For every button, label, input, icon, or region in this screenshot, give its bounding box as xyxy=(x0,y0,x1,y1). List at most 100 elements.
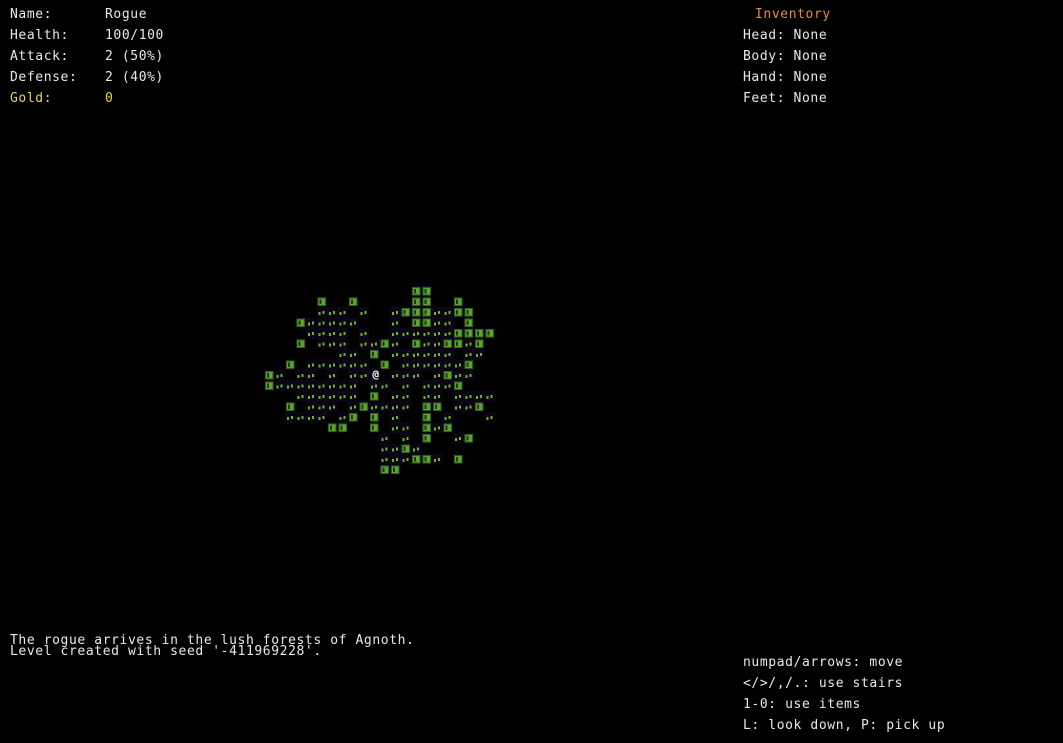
tree-icon xyxy=(421,401,432,412)
grass-icon xyxy=(400,433,411,444)
grass-icon xyxy=(400,359,411,370)
grass-icon xyxy=(474,391,485,402)
grass-icon xyxy=(411,328,422,339)
grass-icon xyxy=(337,359,348,370)
tree-icon xyxy=(369,349,380,360)
help-line-move: numpad/arrows: move xyxy=(743,655,904,670)
tree-icon xyxy=(379,359,390,370)
tree-icon xyxy=(474,338,485,349)
grass-icon xyxy=(432,328,443,339)
grass-icon xyxy=(463,401,474,412)
grass-icon xyxy=(327,359,338,370)
grass-icon xyxy=(327,370,338,381)
grass-icon xyxy=(337,380,348,391)
grass-icon xyxy=(327,317,338,328)
grass-icon xyxy=(484,391,495,402)
tree-icon xyxy=(348,296,359,307)
help-line-look: L: look down, P: pick up xyxy=(743,718,946,733)
grass-icon xyxy=(432,338,443,349)
tree-icon xyxy=(421,412,432,423)
grass-icon xyxy=(432,359,443,370)
grass-icon xyxy=(453,433,464,444)
grass-icon xyxy=(316,391,327,402)
grass-icon xyxy=(400,391,411,402)
grass-icon xyxy=(337,317,348,328)
grass-icon xyxy=(390,422,401,433)
tree-icon xyxy=(264,370,275,381)
grass-icon xyxy=(421,328,432,339)
grass-icon xyxy=(442,328,453,339)
tree-icon xyxy=(421,286,432,297)
tree-icon xyxy=(316,296,327,307)
grass-icon xyxy=(390,454,401,465)
grass-icon xyxy=(316,317,327,328)
message-line-2: Level created with seed '-411969228'. xyxy=(10,644,322,659)
grass-icon xyxy=(400,380,411,391)
grass-icon xyxy=(400,422,411,433)
grass-icon xyxy=(358,370,369,381)
grass-icon xyxy=(390,370,401,381)
tree-icon xyxy=(337,422,348,433)
grass-icon xyxy=(295,380,306,391)
grass-icon xyxy=(327,391,338,402)
grass-icon xyxy=(432,349,443,360)
grass-icon xyxy=(306,401,317,412)
grass-icon xyxy=(432,380,443,391)
grass-icon xyxy=(337,338,348,349)
tree-icon xyxy=(411,296,422,307)
tree-icon xyxy=(390,464,401,475)
tree-icon xyxy=(421,307,432,318)
tree-icon xyxy=(379,338,390,349)
grass-icon xyxy=(411,359,422,370)
tree-icon xyxy=(369,412,380,423)
grass-icon xyxy=(327,307,338,318)
tree-icon xyxy=(264,380,275,391)
grass-icon xyxy=(348,349,359,360)
tree-icon xyxy=(421,454,432,465)
grass-icon xyxy=(327,328,338,339)
grass-icon xyxy=(390,307,401,318)
grass-icon xyxy=(316,338,327,349)
grass-icon xyxy=(400,370,411,381)
tree-icon xyxy=(474,401,485,412)
grass-icon xyxy=(327,338,338,349)
grass-icon xyxy=(432,307,443,318)
tree-icon xyxy=(411,317,422,328)
grass-icon xyxy=(369,338,380,349)
tree-icon xyxy=(285,359,296,370)
tree-icon xyxy=(348,412,359,423)
grass-icon xyxy=(421,359,432,370)
grass-icon xyxy=(390,328,401,339)
tree-icon xyxy=(474,328,485,339)
grass-icon xyxy=(432,422,443,433)
grass-icon xyxy=(295,370,306,381)
grass-icon xyxy=(453,391,464,402)
grass-icon xyxy=(390,391,401,402)
tree-icon xyxy=(463,359,474,370)
grass-icon xyxy=(306,412,317,423)
tree-icon xyxy=(463,433,474,444)
tree-icon xyxy=(463,328,474,339)
help-line-stairs: </>/,/.: use stairs xyxy=(743,676,904,691)
grass-icon xyxy=(390,412,401,423)
grass-icon xyxy=(316,412,327,423)
game-map[interactable]: @ xyxy=(0,0,1063,743)
grass-icon xyxy=(337,307,348,318)
grass-icon xyxy=(285,412,296,423)
player-icon: @ xyxy=(371,368,381,381)
tree-icon xyxy=(442,338,453,349)
grass-icon xyxy=(453,359,464,370)
grass-icon xyxy=(295,391,306,402)
grass-icon xyxy=(274,380,285,391)
grass-icon xyxy=(474,349,485,360)
grass-icon xyxy=(379,380,390,391)
grass-icon xyxy=(390,338,401,349)
grass-icon xyxy=(358,307,369,318)
grass-icon xyxy=(421,349,432,360)
grass-icon xyxy=(453,401,464,412)
grass-icon xyxy=(432,391,443,402)
tree-icon xyxy=(484,328,495,339)
grass-icon xyxy=(484,412,495,423)
grass-icon xyxy=(421,380,432,391)
tree-icon xyxy=(295,317,306,328)
